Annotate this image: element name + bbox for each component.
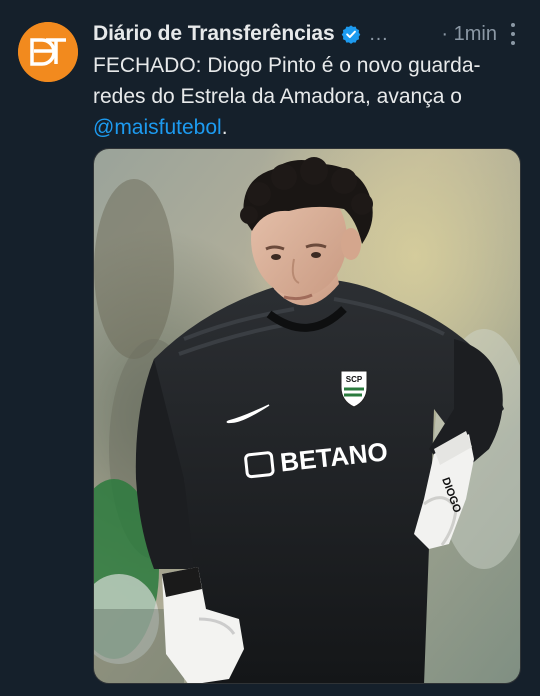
timestamp[interactable]: · 1min: [441, 23, 497, 46]
tweet-card[interactable]: Diário de Transferências … · 1min FECHAD…: [0, 0, 540, 696]
tweet-text-end: .: [221, 116, 228, 139]
author-name[interactable]: Diário de Transferências: [93, 22, 335, 46]
crest-text: SCP: [346, 375, 363, 384]
tweet-text: FECHADO: Diogo Pinto é o novo guarda-red…: [93, 50, 513, 143]
tweet-header: Diário de Transferências … · 1min: [93, 20, 523, 48]
dt-logo-icon: [18, 22, 78, 82]
verified-badge-icon: [341, 24, 361, 44]
tweet-media-image[interactable]: SCP BETANO DIOGO: [93, 148, 521, 684]
goalkeeper-photo: SCP BETANO DIOGO: [94, 149, 520, 683]
more-options-icon[interactable]: [503, 23, 523, 45]
avatar[interactable]: [18, 22, 78, 82]
mention-link[interactable]: @maisfutebol: [93, 116, 222, 139]
author-handle[interactable]: …: [369, 23, 389, 46]
tweet-text-body: FECHADO: Diogo Pinto é o novo guarda-red…: [93, 54, 481, 108]
